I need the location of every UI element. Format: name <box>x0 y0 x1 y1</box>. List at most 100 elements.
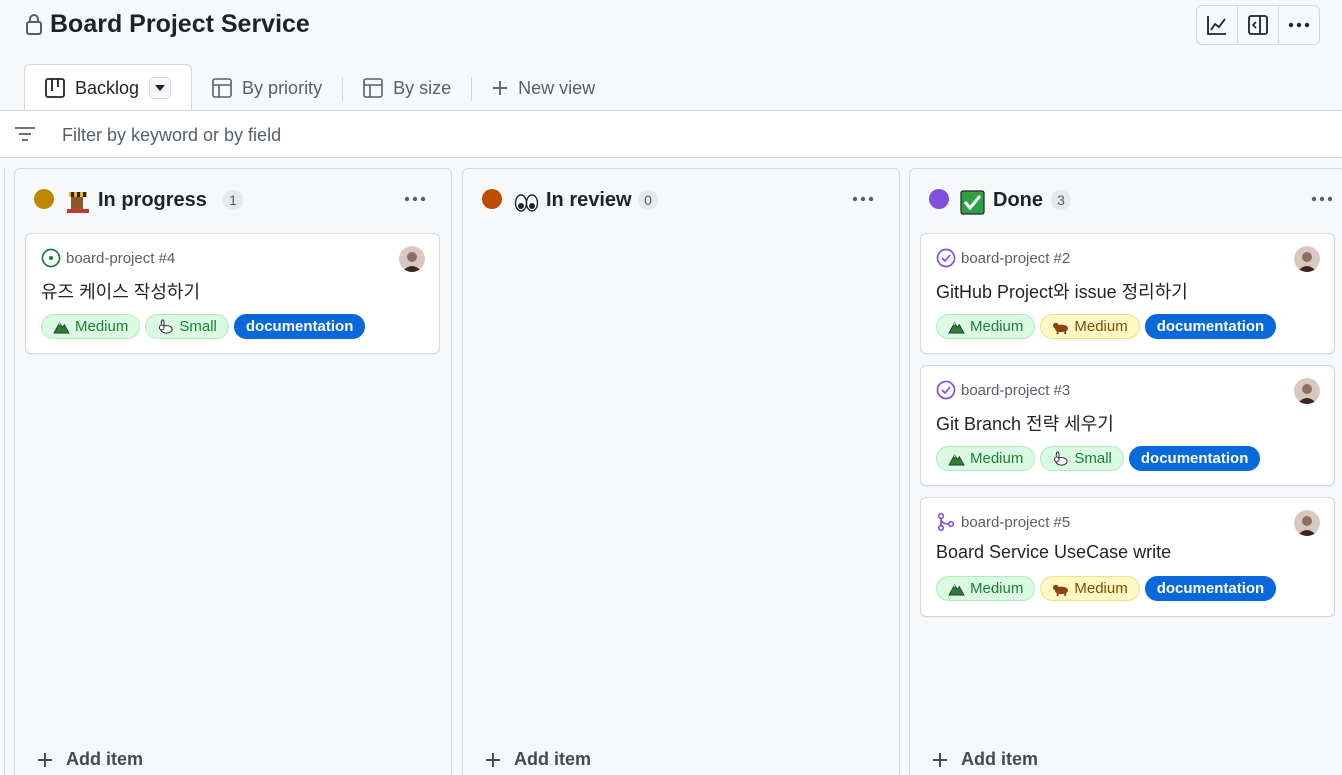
avatar[interactable] <box>1294 510 1320 536</box>
issue-card[interactable]: board-project #2 GitHub Project와 issue 정… <box>920 233 1335 354</box>
status-dot <box>482 189 502 209</box>
tab-label: By priority <box>242 77 323 98</box>
construction-icon <box>67 192 89 213</box>
size-label[interactable]: Medium <box>1040 576 1140 601</box>
priority-label[interactable]: Medium <box>936 314 1036 339</box>
item-count-badge: 1 <box>223 190 243 210</box>
priority-label[interactable]: Medium <box>936 446 1036 471</box>
board: In progress 1 board-project #4 유즈 케이스 작성… <box>0 158 1342 775</box>
priority-label[interactable]: Medium <box>41 314 141 339</box>
priority-label[interactable]: Medium <box>936 576 1036 601</box>
column-title: Done <box>993 189 1043 211</box>
closed-issue-icon <box>936 248 956 268</box>
insights-icon <box>1207 16 1226 35</box>
card-title[interactable]: GitHub Project와 issue 정리하기 <box>936 278 1188 304</box>
column-done: Done 3 board-project #2 GitHub Project와 … <box>909 168 1342 775</box>
documentation-label[interactable]: documentation <box>1144 314 1277 339</box>
table-icon <box>363 78 383 98</box>
column-menu-button[interactable] <box>1310 189 1334 209</box>
issue-card[interactable]: board-project #3 Git Branch 전략 세우기 Mediu… <box>920 365 1335 486</box>
more-options-button[interactable] <box>1279 6 1319 44</box>
issue-ref-text: board-project #4 <box>66 249 176 267</box>
size-label[interactable]: Medium <box>1040 314 1140 339</box>
plus-icon <box>492 80 508 96</box>
tab-by-size[interactable]: By size <box>343 65 471 111</box>
size-label[interactable]: Small <box>145 314 229 339</box>
plus-icon <box>933 752 947 767</box>
more-icon <box>404 196 426 202</box>
offscreen-column-edge <box>0 168 5 775</box>
mountain-icon <box>948 321 965 334</box>
size-label[interactable]: Small <box>1040 446 1124 471</box>
status-dot <box>34 189 54 209</box>
table-icon <box>212 78 232 98</box>
issue-ref-text: board-project #3 <box>961 381 1071 399</box>
plus-icon <box>486 752 500 767</box>
side-panel-button[interactable] <box>1238 6 1279 44</box>
lock-icon <box>26 14 42 35</box>
more-icon <box>1288 22 1310 28</box>
pull-request-card[interactable]: board-project #5 Board Service UseCase w… <box>920 497 1335 617</box>
plus-icon <box>38 752 52 767</box>
item-count-badge: 0 <box>638 190 658 210</box>
item-count-badge: 3 <box>1051 190 1071 210</box>
label-list: Medium Medium documentation <box>936 576 1277 601</box>
issue-reference[interactable]: board-project #5 <box>936 512 1070 532</box>
open-issue-icon <box>41 248 61 268</box>
closed-issue-icon <box>936 380 956 400</box>
more-icon <box>1311 196 1333 202</box>
column-menu-button[interactable] <box>851 189 875 209</box>
status-dot <box>929 189 949 209</box>
column-in-progress: In progress 1 board-project #4 유즈 케이스 작성… <box>14 168 452 775</box>
filter-bar <box>0 110 1342 158</box>
check-box-icon <box>960 190 985 215</box>
eyes-icon <box>514 194 539 212</box>
card-title[interactable]: 유즈 케이스 작성하기 <box>41 278 200 304</box>
column-menu-button[interactable] <box>403 189 427 209</box>
more-icon <box>852 196 874 202</box>
issue-ref-text: board-project #5 <box>961 513 1071 531</box>
card-title[interactable]: Git Branch 전략 세우기 <box>936 410 1114 436</box>
new-view-button[interactable]: New view <box>472 65 615 111</box>
rabbit-icon <box>159 319 173 334</box>
filter-icon[interactable] <box>14 125 36 143</box>
project-header: Board Project Service Backlog By priorit… <box>0 0 1342 111</box>
merged-pr-icon <box>937 512 955 532</box>
view-tabs: Backlog By priority By size New view <box>24 64 615 111</box>
tab-label: By size <box>393 77 452 98</box>
issue-card[interactable]: board-project #4 유즈 케이스 작성하기 Medium Smal… <box>25 233 440 354</box>
mountain-icon <box>53 321 70 334</box>
page-title: Board Project Service <box>50 10 310 38</box>
tab-label: Backlog <box>75 77 140 98</box>
bear-icon <box>1053 322 1069 335</box>
column-title: In review <box>546 189 632 211</box>
issue-reference[interactable]: board-project #3 <box>936 380 1070 400</box>
rabbit-icon <box>1054 451 1068 466</box>
avatar[interactable] <box>399 246 425 272</box>
issue-reference[interactable]: board-project #2 <box>936 248 1070 268</box>
documentation-label[interactable]: documentation <box>233 314 366 339</box>
bear-icon <box>1053 584 1069 597</box>
documentation-label[interactable]: documentation <box>1144 576 1277 601</box>
avatar[interactable] <box>1294 246 1320 272</box>
column-header: In progress 1 <box>15 169 451 231</box>
add-item-button[interactable]: Add item <box>485 749 591 770</box>
caret-down-icon <box>155 85 166 91</box>
issue-ref-text: board-project #2 <box>961 249 1071 267</box>
tab-options-button[interactable] <box>149 77 172 99</box>
label-list: Medium Small documentation <box>41 314 366 339</box>
label-list: Medium Small documentation <box>936 446 1261 471</box>
filter-input[interactable] <box>62 123 662 147</box>
add-item-button[interactable]: Add item <box>932 749 1038 770</box>
insights-button[interactable] <box>1197 6 1238 44</box>
avatar[interactable] <box>1294 378 1320 404</box>
header-toolbar <box>1196 5 1320 45</box>
documentation-label[interactable]: documentation <box>1128 446 1261 471</box>
tab-by-priority[interactable]: By priority <box>192 65 342 111</box>
add-item-button[interactable]: Add item <box>37 749 143 770</box>
board-icon <box>45 78 65 98</box>
tab-backlog[interactable]: Backlog <box>24 64 193 111</box>
issue-reference[interactable]: board-project #4 <box>41 248 175 268</box>
card-title[interactable]: Board Service UseCase write <box>936 542 1171 563</box>
mountain-icon <box>948 583 965 596</box>
